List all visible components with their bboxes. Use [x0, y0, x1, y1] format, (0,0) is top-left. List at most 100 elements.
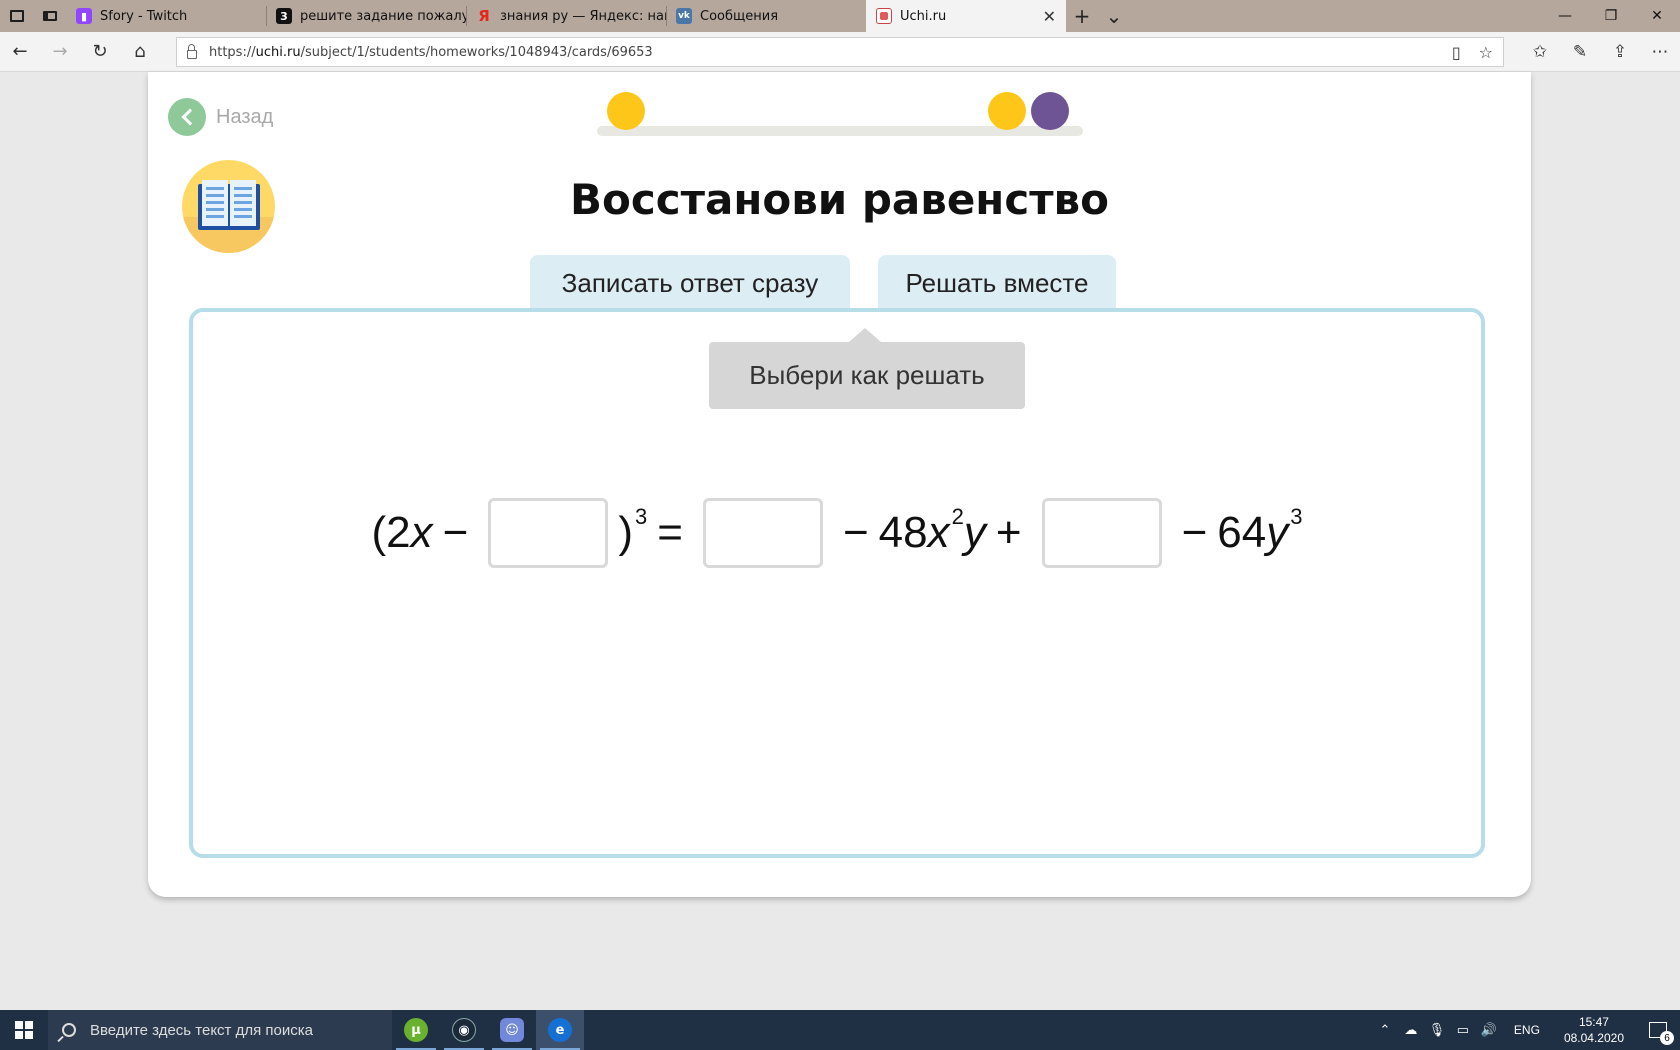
tab-manager-icon [9, 10, 24, 22]
yandex-icon: Я [478, 7, 490, 25]
utorrent-app[interactable]: µ [392, 1010, 440, 1050]
write-answer-now-tab[interactable]: Записать ответ сразу [530, 255, 850, 311]
eq-term-64: 64 [1217, 508, 1267, 557]
equation: ( 2 x − ) 3 = − 48 x 2 y + − 64 y 3 [193, 497, 1481, 569]
answer-input-2[interactable] [702, 498, 823, 568]
edge-icon: e [548, 1018, 572, 1042]
back-nav-button[interactable]: ← [0, 32, 40, 72]
eq-power-2: 2 [951, 504, 964, 529]
tab-label: Uchi.ru [900, 8, 947, 24]
start-button[interactable] [0, 1010, 48, 1050]
reading-view-icon[interactable]: ▯ [1452, 43, 1461, 62]
favorites-hub-icon[interactable]: ✩ [1520, 32, 1560, 72]
action-center-button[interactable]: 6 [1636, 1010, 1680, 1050]
page-title: Восстанови равенство [569, 175, 1109, 224]
tab-manager-button[interactable] [0, 0, 33, 32]
progress-dot [607, 92, 645, 130]
znanija-icon: 3 [276, 8, 292, 24]
eq-power-3: 3 [635, 504, 648, 529]
eq-var-y: y [963, 508, 986, 557]
tab-vk-messages[interactable]: vk Сообщения [666, 0, 866, 32]
answer-input-1[interactable] [488, 498, 609, 568]
edge-app[interactable]: e [536, 1010, 584, 1050]
tabs-aside-button[interactable] [33, 0, 66, 32]
solve-together-tab[interactable]: Решать вместе [878, 255, 1116, 311]
tab-yandex[interactable]: Я знания ру — Яндекс: нашл [466, 0, 666, 32]
microphone-icon[interactable]: 🎙 [1424, 1022, 1450, 1038]
back-button[interactable]: Назад [168, 98, 273, 136]
progress-track [597, 92, 1083, 136]
restore-button[interactable]: ❐ [1588, 0, 1634, 32]
url-host: uchi.ru [255, 44, 301, 60]
clock-time: 15:47 [1578, 1015, 1609, 1029]
close-window-button[interactable]: ✕ [1634, 0, 1680, 32]
eq-term-48: 48 [878, 508, 928, 557]
tab-twitch[interactable]: ▮ Sfory - Twitch [66, 0, 266, 32]
tab-preview-chevron-icon[interactable]: ⌄ [1098, 0, 1130, 32]
eq-equals: = [657, 508, 683, 557]
steam-app[interactable]: ◉ [440, 1010, 488, 1050]
vk-icon: vk [676, 8, 692, 24]
eq-plus: + [995, 508, 1022, 557]
share-icon[interactable]: ⇪ [1600, 32, 1640, 72]
taskbar-search[interactable]: Введите здесь текст для поиска [48, 1010, 392, 1050]
uchi-icon [876, 8, 892, 24]
steam-icon: ◉ [452, 1018, 476, 1042]
tab-label: знания ру — Яндекс: нашл [500, 8, 666, 24]
discord-icon: ☺ [500, 1018, 524, 1042]
eq-open-paren: ( [371, 508, 387, 557]
system-tray: ⌃ ☁ 🎙 ▭ 🔊 ENG 15:47 08.04.2020 6 [1372, 1010, 1680, 1050]
web-note-pen-icon[interactable]: ✎ [1560, 32, 1600, 72]
clock-date: 08.04.2020 [1563, 1031, 1624, 1045]
twitch-icon: ▮ [76, 8, 92, 24]
browser-tab-bar: ▮ Sfory - Twitch 3 решите задание пожалу… [0, 0, 1680, 32]
choose-mode-hint: Выбери как решать [709, 328, 1025, 409]
utorrent-icon: µ [404, 1018, 428, 1042]
lesson-card: Назад Восстанови равенство Записать отве… [148, 72, 1531, 897]
tab-uchi[interactable]: Uchi.ru ✕ [866, 0, 1066, 32]
windows-taskbar: Введите здесь текст для поиска µ ◉ ☺ e ⌃… [0, 1010, 1680, 1050]
tab-znanija[interactable]: 3 решите задание пожалуйс [266, 0, 466, 32]
tab-label: решите задание пожалуйс [300, 8, 466, 24]
search-icon [62, 1023, 76, 1037]
back-label: Назад [216, 105, 274, 128]
windows-logo-icon [15, 1021, 33, 1039]
onedrive-error-icon[interactable]: ☁ [1398, 1022, 1424, 1038]
eq-minus: − [842, 508, 869, 557]
eq-var-x: x [410, 508, 433, 557]
forward-nav-button[interactable]: → [40, 32, 80, 72]
volume-icon[interactable]: 🔊 [1476, 1022, 1502, 1038]
lock-icon [187, 43, 197, 59]
url-path: /subject/1/students/homeworks/1048943/ca… [300, 44, 653, 60]
progress-dot [988, 92, 1026, 130]
notification-count-badge: 6 [1660, 1031, 1674, 1045]
browser-toolbar: ← → ↻ ⌂ https://uchi.ru/subject/1/studen… [0, 32, 1680, 72]
book-icon [182, 160, 275, 253]
eq-close-paren: ) [618, 508, 634, 557]
favorite-star-icon[interactable]: ☆ [1479, 43, 1493, 62]
refresh-button[interactable]: ↻ [80, 32, 120, 72]
input-language[interactable]: ENG [1514, 1023, 1540, 1037]
eq-minus: − [1181, 508, 1208, 557]
answer-input-3[interactable] [1041, 498, 1162, 568]
eq-coef-2: 2 [386, 508, 411, 557]
home-button[interactable]: ⌂ [120, 32, 160, 72]
show-hidden-icons-chevron-icon[interactable]: ⌃ [1372, 1022, 1398, 1038]
eq-power-3: 3 [1290, 504, 1303, 529]
minimize-button[interactable]: — [1542, 0, 1588, 32]
clock[interactable]: 15:47 08.04.2020 [1564, 1014, 1624, 1046]
tab-label: Сообщения [700, 8, 779, 24]
network-icon[interactable]: ▭ [1450, 1022, 1476, 1038]
progress-dot-current [1031, 92, 1069, 130]
new-tab-button[interactable]: + [1066, 0, 1098, 32]
address-bar[interactable]: https://uchi.ru/subject/1/students/homew… [176, 37, 1504, 67]
close-tab-icon[interactable]: ✕ [1043, 7, 1056, 26]
more-menu-icon[interactable]: ⋯ [1640, 32, 1680, 72]
eq-var-y: y [1266, 508, 1289, 557]
eq-minus: − [442, 508, 469, 557]
tab-label: Sfory - Twitch [100, 8, 188, 24]
search-placeholder: Введите здесь текст для поиска [90, 1021, 313, 1039]
discord-app[interactable]: ☺ [488, 1010, 536, 1050]
book-illustration [198, 180, 260, 230]
eq-var-x: x [927, 508, 950, 557]
